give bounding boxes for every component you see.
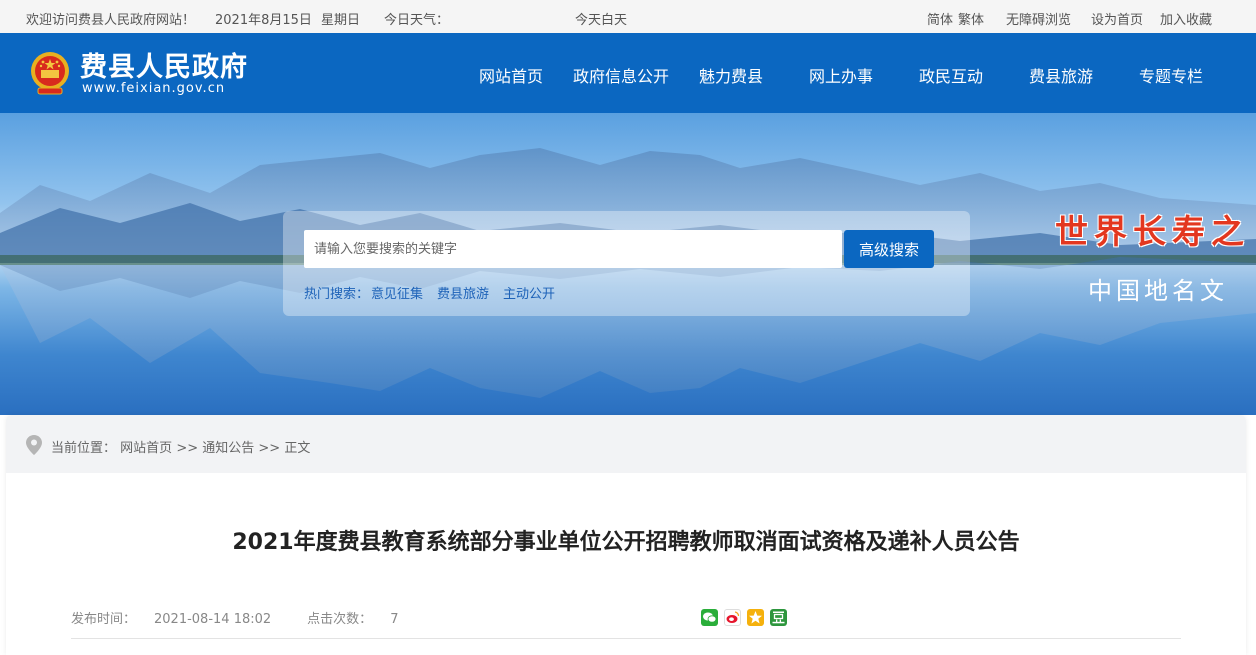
douban-icon[interactable] [770,609,787,626]
welcome-text: 欢迎访问费县人民政府网站！ [26,13,196,28]
breadcrumb-separator: >> [258,441,281,456]
site-url: www.feixian.gov.cn [82,81,226,96]
click-count: 7 [390,612,399,627]
breadcrumb-trail: 当前位置： 网站首页 >> 通知公告 >> 正文 [51,437,310,456]
nav-special-topics[interactable]: 专题专栏 [1139,63,1203,87]
simplified-chinese-link[interactable]: 简体 [927,9,953,28]
current-date: 2021年8月15日 [215,13,312,28]
site-header: 费县人民政府 www.feixian.gov.cn 网站首页 政府信息公开 魅力… [0,33,1256,113]
lake-banner: 高级搜索 热门搜索：意见征集费县旅游主动公开 世界长寿之 中国地名文 [0,113,1256,415]
nav-charm-feixian[interactable]: 魅力费县 [699,63,763,87]
click-count-label: 点击次数： [307,612,373,627]
weibo-icon[interactable] [724,609,741,626]
nav-home[interactable]: 网站首页 [479,63,543,87]
article-container: 当前位置： 网站首页 >> 通知公告 >> 正文 2021年度费县教育系统部分事… [6,415,1246,655]
add-bookmark-link[interactable]: 加入收藏 [1160,9,1212,28]
weather-label: 今日天气： [384,13,450,28]
accessible-browse-link[interactable]: 无障碍浏览 [1006,9,1071,28]
search-panel: 高级搜索 热门搜索：意见征集费县旅游主动公开 [283,211,970,316]
national-emblem-icon [31,52,69,95]
hot-search-item[interactable]: 主动公开 [503,287,555,302]
weather-value: 今天白天 [575,13,628,28]
banner-slogan-main: 世界长寿之 [1055,212,1250,251]
meta-divider [71,638,1181,639]
nav-tourism[interactable]: 费县旅游 [1029,63,1093,87]
location-pin-icon [26,435,42,455]
article-meta: 发布时间： 2021-08-14 18:02 点击次数： 7 [71,608,434,627]
nav-interaction[interactable]: 政民互动 [919,63,983,87]
traditional-chinese-link[interactable]: 繁体 [958,9,984,28]
wechat-icon[interactable] [701,609,718,626]
breadcrumb-separator: >> [176,441,199,456]
top-utility-bar: 欢迎访问费县人民政府网站！ 2021年8月15日 星期日 今日天气： 今天白天 … [0,0,1256,33]
current-weekday: 星期日 [321,13,361,28]
hot-search: 热门搜索： 意见征集 费县旅游 主动公开 [304,283,569,302]
breadcrumb-label: 当前位置： [51,441,117,456]
site-name[interactable]: 费县人民政府 [80,45,248,84]
search-input[interactable] [304,230,842,268]
nav-government-info[interactable]: 政府信息公开 [573,63,669,87]
hot-search-item[interactable]: 费县旅游 [437,287,489,302]
breadcrumb-home[interactable]: 网站首页 [120,441,172,456]
qzone-icon[interactable] [747,609,764,626]
advanced-search-button[interactable]: 高级搜索 [844,230,934,268]
breadcrumb: 当前位置： 网站首页 >> 通知公告 >> 正文 [6,415,1246,473]
publish-time: 2021-08-14 18:02 [154,612,272,627]
breadcrumb-current: 正文 [284,441,311,456]
hot-search-item[interactable]: 意见征集 [371,287,423,302]
banner-slogan-sub: 中国地名文 [1088,277,1228,305]
publish-time-label: 发布时间： [71,612,137,627]
article-title: 2021年度费县教育系统部分事业单位公开招聘教师取消面试资格及递补人员公告 [232,530,1020,555]
hot-search-label: 热门搜索： [304,287,370,302]
nav-online-services[interactable]: 网上办事 [809,63,873,87]
set-homepage-link[interactable]: 设为首页 [1091,9,1143,28]
breadcrumb-notices[interactable]: 通知公告 [202,441,254,456]
